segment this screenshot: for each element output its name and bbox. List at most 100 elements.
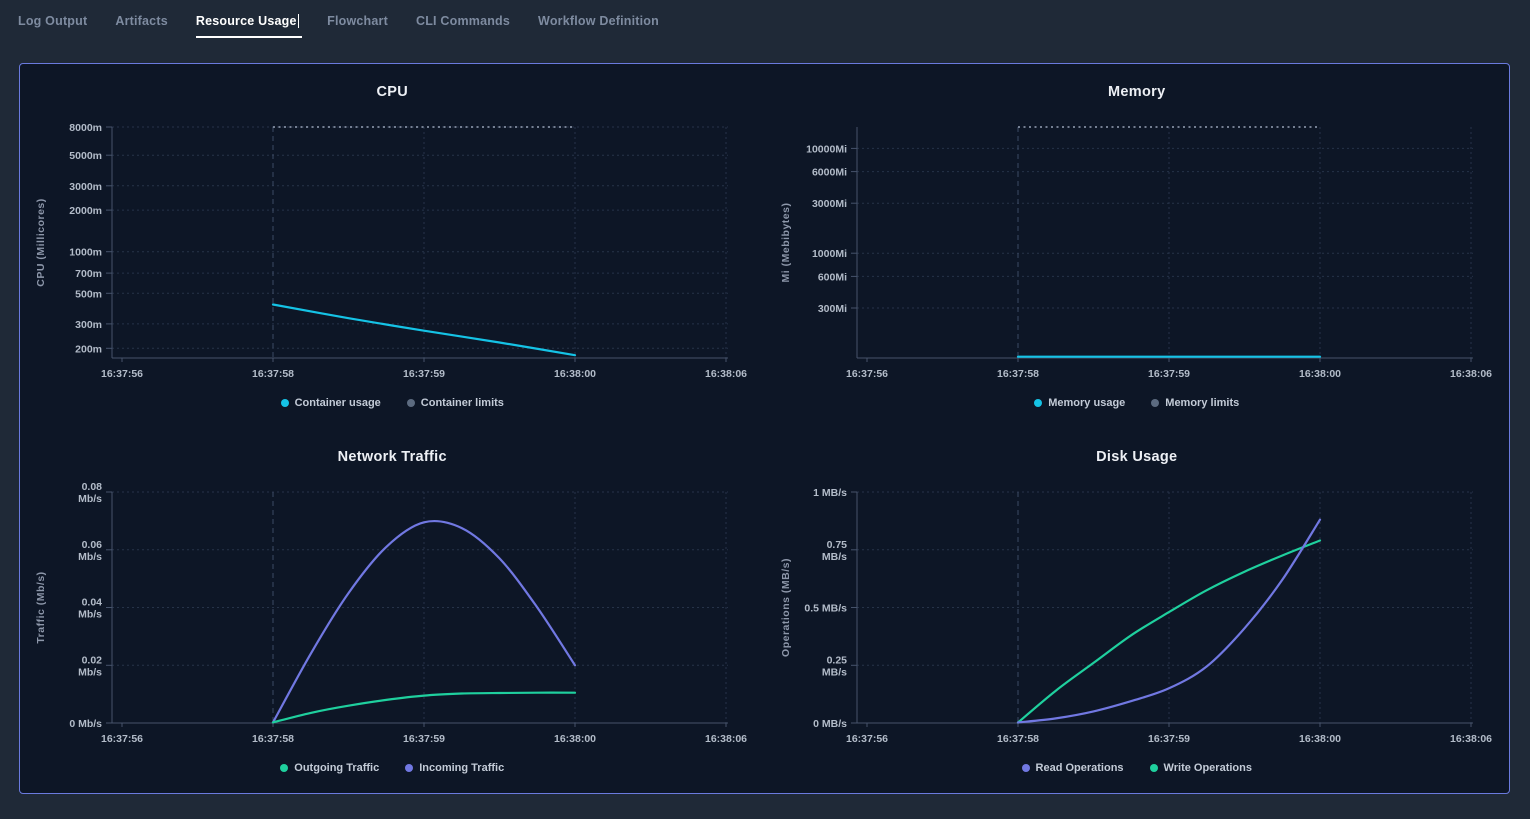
legend-dot — [281, 399, 289, 407]
svg-text:0.5 MB/s: 0.5 MB/s — [804, 602, 847, 614]
svg-text:16:38:00: 16:38:00 — [554, 368, 596, 380]
svg-text:1000Mi: 1000Mi — [812, 248, 847, 260]
svg-text:8000m: 8000m — [70, 122, 103, 134]
chart-canvas-disk: 1 MB/s0.75MB/s0.5 MB/s0.25MB/s0 MB/s16:3… — [767, 478, 1507, 750]
svg-text:16:37:59: 16:37:59 — [1148, 733, 1190, 745]
tab-flowchart[interactable]: Flowchart — [327, 14, 388, 38]
chart-canvas-network: 0.08Mb/s0.06Mb/s0.04Mb/s0.02Mb/s0 Mb/s16… — [22, 478, 762, 750]
svg-text:0 Mb/s: 0 Mb/s — [70, 718, 103, 730]
tab-resource-usage[interactable]: Resource Usage — [196, 14, 299, 38]
legend-item-write-operations[interactable]: Write Operations — [1150, 762, 1252, 774]
tab-artifacts[interactable]: Artifacts — [115, 14, 168, 38]
svg-text:Mb/s: Mb/s — [78, 608, 102, 620]
legend-dot — [1150, 764, 1158, 772]
svg-text:2000m: 2000m — [70, 205, 103, 217]
chart-legend-memory: Memory usage Memory limits — [1034, 397, 1239, 409]
svg-text:MB/s: MB/s — [822, 666, 847, 678]
svg-text:16:38:00: 16:38:00 — [1299, 733, 1341, 745]
tab-bar: Log Output Artifacts Resource Usage Flowcha… — [0, 0, 1530, 46]
svg-text:300m: 300m — [75, 319, 102, 331]
legend-dot — [1151, 399, 1159, 407]
svg-text:0.75: 0.75 — [826, 538, 847, 550]
svg-text:500m: 500m — [75, 288, 102, 300]
legend-label: Outgoing Traffic — [294, 762, 379, 774]
y-axis-title: CPU (Millicores) — [35, 198, 47, 287]
legend-label: Container usage — [295, 397, 381, 409]
chart-network: Network Traffic0.08Mb/s0.06Mb/s0.04Mb/s0… — [20, 429, 765, 794]
svg-text:16:37:58: 16:37:58 — [252, 368, 294, 380]
tab-log-output[interactable]: Log Output — [18, 14, 87, 38]
tab-workflow-definition[interactable]: Workflow Definition — [538, 14, 659, 38]
svg-text:16:38:06: 16:38:06 — [705, 368, 747, 380]
svg-text:16:37:58: 16:37:58 — [252, 733, 294, 745]
svg-text:16:37:58: 16:37:58 — [997, 368, 1039, 380]
legend-label: Read Operations — [1036, 762, 1124, 774]
svg-text:16:37:56: 16:37:56 — [101, 733, 143, 745]
svg-text:16:37:56: 16:37:56 — [846, 368, 888, 380]
svg-text:200m: 200m — [75, 343, 102, 355]
legend-dot — [1022, 764, 1030, 772]
svg-text:Mb/s: Mb/s — [78, 550, 102, 562]
y-axis-title: Mi (Mebibytes) — [780, 203, 792, 283]
legend-dot — [1034, 399, 1042, 407]
legend-dot — [280, 764, 288, 772]
chart-canvas-memory: 10000Mi6000Mi3000Mi1000Mi600Mi300Mi16:37… — [767, 113, 1507, 385]
legend-item-read-operations[interactable]: Read Operations — [1022, 762, 1124, 774]
svg-text:16:37:56: 16:37:56 — [846, 733, 888, 745]
svg-text:0 MB/s: 0 MB/s — [813, 718, 847, 730]
chart-title-cpu: CPU — [376, 84, 408, 101]
svg-text:6000Mi: 6000Mi — [812, 167, 847, 179]
chart-legend-disk: Read Operations Write Operations — [1022, 762, 1252, 774]
tab-cli-commands[interactable]: CLI Commands — [416, 14, 510, 38]
svg-text:0.04: 0.04 — [82, 596, 103, 608]
svg-text:16:37:59: 16:37:59 — [1148, 368, 1190, 380]
svg-text:16:38:00: 16:38:00 — [1299, 368, 1341, 380]
svg-text:16:37:58: 16:37:58 — [997, 733, 1039, 745]
y-axis-title: Operations (MB/s) — [780, 558, 792, 657]
chart-canvas-cpu: 8000m5000m3000m2000m1000m700m500m300m200… — [22, 113, 762, 385]
legend-dot — [407, 399, 415, 407]
svg-text:700m: 700m — [75, 268, 102, 280]
legend-dot — [405, 764, 413, 772]
svg-text:0.02: 0.02 — [82, 654, 103, 666]
legend-label: Incoming Traffic — [419, 762, 504, 774]
legend-item-container-usage[interactable]: Container usage — [281, 397, 381, 409]
legend-label: Memory usage — [1048, 397, 1125, 409]
legend-item-container-limits[interactable]: Container limits — [407, 397, 504, 409]
legend-item-incoming-traffic[interactable]: Incoming Traffic — [405, 762, 504, 774]
tab-label: CLI Commands — [416, 14, 510, 28]
svg-text:16:38:00: 16:38:00 — [554, 733, 596, 745]
svg-text:16:38:06: 16:38:06 — [1450, 368, 1492, 380]
chart-disk: Disk Usage1 MB/s0.75MB/s0.5 MB/s0.25MB/s… — [765, 429, 1510, 794]
legend-label: Memory limits — [1165, 397, 1239, 409]
svg-text:16:38:06: 16:38:06 — [1450, 733, 1492, 745]
svg-text:0.25: 0.25 — [826, 654, 847, 666]
svg-text:16:37:56: 16:37:56 — [101, 368, 143, 380]
svg-text:Mb/s: Mb/s — [78, 493, 102, 505]
chart-cpu: CPU8000m5000m3000m2000m1000m700m500m300m… — [20, 64, 765, 429]
tab-label: Artifacts — [115, 14, 168, 28]
tab-label: Log Output — [18, 14, 87, 28]
svg-text:Mb/s: Mb/s — [78, 666, 102, 678]
charts-grid: CPU8000m5000m3000m2000m1000m700m500m300m… — [20, 64, 1509, 793]
chart-title-disk: Disk Usage — [1096, 449, 1177, 466]
svg-text:600Mi: 600Mi — [818, 271, 847, 283]
y-axis-title: Traffic (Mb/s) — [35, 571, 47, 643]
svg-text:16:37:59: 16:37:59 — [403, 733, 445, 745]
svg-text:300Mi: 300Mi — [818, 303, 847, 315]
chart-legend-network: Outgoing Traffic Incoming Traffic — [280, 762, 504, 774]
chart-memory: Memory10000Mi6000Mi3000Mi1000Mi600Mi300M… — [765, 64, 1510, 429]
svg-text:16:38:06: 16:38:06 — [705, 733, 747, 745]
legend-label: Write Operations — [1164, 762, 1252, 774]
svg-text:3000m: 3000m — [70, 181, 103, 193]
tab-label: Resource Usage — [196, 14, 297, 28]
chart-title-memory: Memory — [1108, 84, 1165, 101]
legend-item-memory-usage[interactable]: Memory usage — [1034, 397, 1125, 409]
chart-legend-cpu: Container usage Container limits — [281, 397, 504, 409]
svg-text:3000Mi: 3000Mi — [812, 198, 847, 210]
resource-usage-panel: CPU8000m5000m3000m2000m1000m700m500m300m… — [19, 63, 1510, 794]
svg-text:0.06: 0.06 — [82, 538, 103, 550]
legend-item-memory-limits[interactable]: Memory limits — [1151, 397, 1239, 409]
text-caret — [298, 14, 300, 28]
legend-item-outgoing-traffic[interactable]: Outgoing Traffic — [280, 762, 379, 774]
